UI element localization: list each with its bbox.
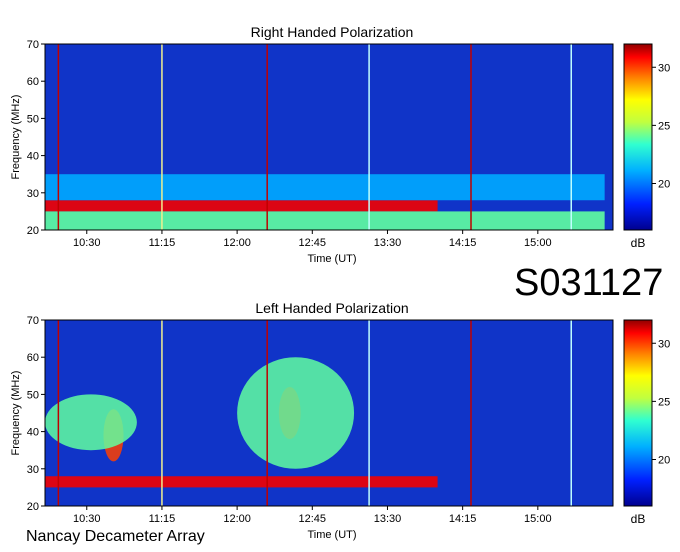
colorbar-label: dB — [631, 236, 646, 250]
spectral-band — [45, 200, 438, 212]
x-tick-label: 10:30 — [73, 513, 101, 525]
x-tick-label: 15:00 — [524, 237, 552, 249]
y-tick-label: 40 — [27, 151, 39, 163]
colorbar-tick-label: 30 — [658, 338, 670, 350]
y-tick-label: 30 — [27, 188, 39, 200]
y-tick-label: 50 — [27, 113, 39, 125]
spectral-band — [45, 174, 605, 201]
x-tick-label: 10:30 — [73, 237, 101, 249]
spectral-band — [45, 211, 605, 230]
y-tick-label: 40 — [27, 427, 39, 439]
colorbar-tick-label: 25 — [658, 120, 670, 132]
y-axis-label: Frequency (MHz) — [10, 371, 22, 456]
y-axis-label: Frequency (MHz) — [10, 95, 22, 180]
panel-title: Left Handed Polarization — [255, 300, 408, 316]
instrument-name: Nancay Decameter Array — [26, 528, 205, 545]
colorbar-tick-label: 25 — [658, 396, 670, 408]
x-tick-label: 12:00 — [223, 513, 251, 525]
y-tick-label: 50 — [27, 389, 39, 401]
y-tick-label: 60 — [27, 352, 39, 364]
x-axis-label: Time (UT) — [307, 253, 356, 265]
x-tick-label: 12:45 — [299, 513, 327, 525]
x-tick-label: 13:30 — [374, 237, 402, 249]
left-polarization-panel: Left Handed Polarization 20 30 40 50 60 70 10… — [10, 300, 670, 541]
x-tick-label: 11:15 — [149, 513, 176, 525]
colorbar-tick-label: 30 — [658, 62, 670, 74]
x-tick-label: 11:15 — [149, 237, 176, 249]
colorbar-tick-label: 20 — [658, 179, 670, 191]
x-axis-ticks: 10:30 11:15 12:00 12:45 13:30 14:15 15:00 — [73, 506, 552, 525]
x-tick-label: 14:15 — [449, 237, 477, 249]
y-tick-label: 30 — [27, 464, 39, 476]
colorbar-label: dB — [631, 512, 646, 526]
x-axis-label: Time (UT) — [307, 529, 356, 541]
colorbar — [623, 319, 653, 507]
x-axis-ticks: 10:30 11:15 12:00 12:45 13:30 14:15 15:00 — [73, 230, 552, 249]
y-tick-label: 20 — [27, 501, 39, 513]
right-polarization-panel: Right Handed Polarization 20 30 40 50 60 70 1… — [10, 24, 670, 265]
y-tick-label: 60 — [27, 76, 39, 88]
spectral-emission — [237, 357, 355, 469]
spectral-band — [45, 476, 438, 488]
y-axis-ticks: 20 30 40 50 60 70 — [27, 39, 45, 237]
colorbar-ticks: 20 25 30 — [652, 62, 670, 191]
x-tick-label: 12:45 — [299, 237, 327, 249]
x-tick-label: 12:00 — [223, 237, 251, 249]
x-tick-label: 15:00 — [524, 513, 552, 525]
y-tick-label: 70 — [27, 315, 39, 327]
observation-id: S031127 — [514, 262, 664, 304]
colorbar-ticks: 20 25 30 — [652, 338, 670, 467]
colorbar — [623, 43, 653, 231]
y-tick-label: 70 — [27, 39, 39, 51]
x-tick-label: 14:15 — [449, 513, 477, 525]
x-tick-label: 13:30 — [374, 513, 402, 525]
colorbar-tick-label: 20 — [658, 455, 670, 467]
y-axis-ticks: 20 30 40 50 60 70 — [27, 315, 45, 513]
y-tick-label: 20 — [27, 225, 39, 237]
panel-title: Right Handed Polarization — [251, 24, 414, 40]
